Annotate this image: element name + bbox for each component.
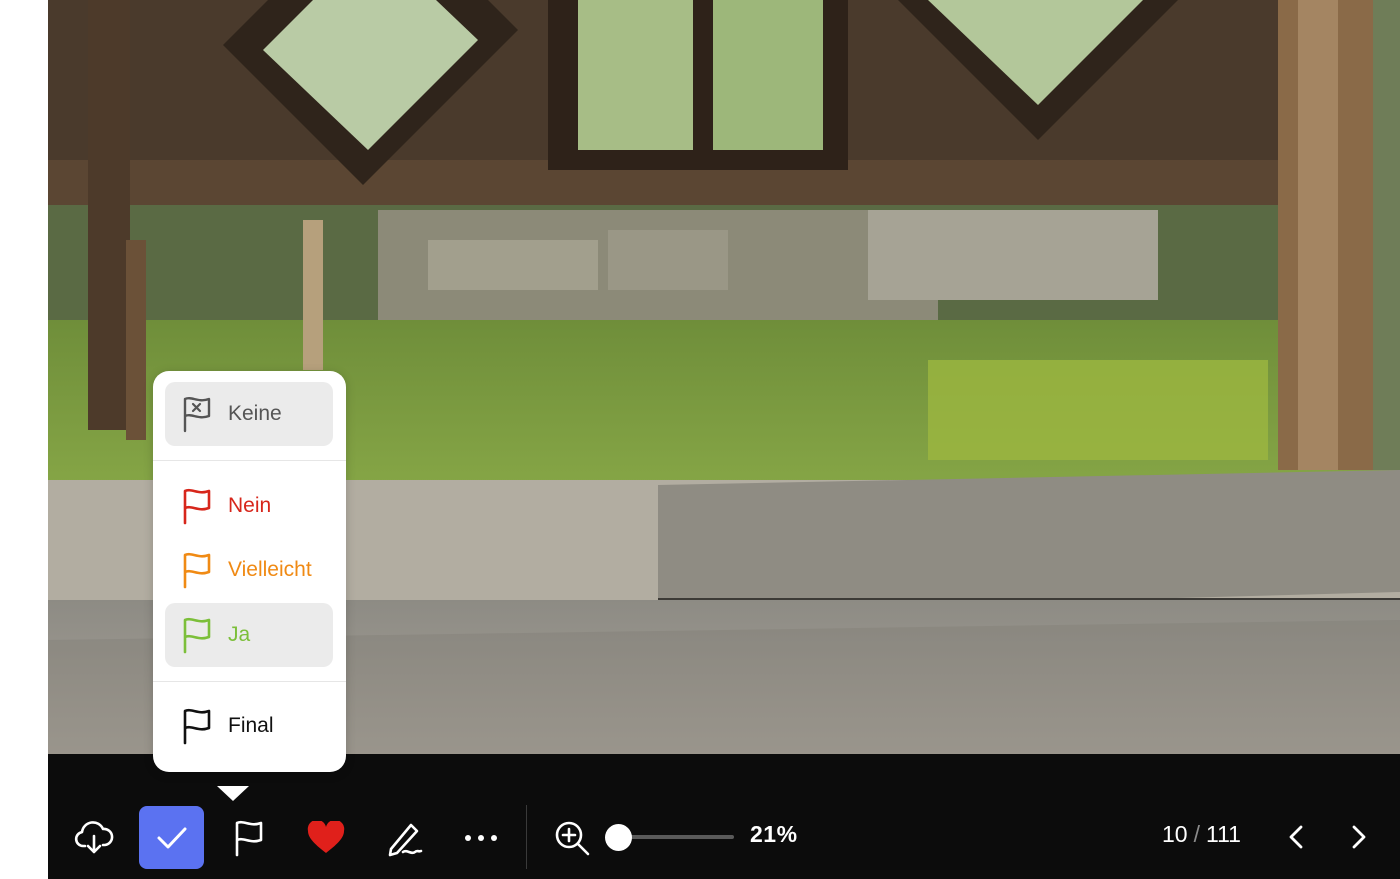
flag-menu-popover: Keine Nein Vielleicht Ja Final — [153, 371, 346, 772]
favorite-button[interactable] — [294, 807, 358, 869]
more-dots-icon — [465, 835, 497, 841]
menu-item-vielleicht[interactable]: Vielleicht — [165, 538, 333, 602]
menu-item-label: Vielleicht — [228, 558, 312, 581]
menu-item-ja[interactable]: Ja — [165, 603, 333, 667]
flag-final-icon — [179, 707, 215, 745]
next-button[interactable] — [1334, 812, 1384, 862]
counter-separator: / — [1193, 821, 1200, 847]
chevron-left-icon — [1289, 825, 1303, 849]
menu-item-final[interactable]: Final — [165, 694, 333, 758]
annotate-button[interactable] — [372, 807, 436, 869]
toolbar-divider — [526, 805, 527, 869]
menu-item-label: Nein — [228, 494, 272, 517]
previous-button[interactable] — [1271, 812, 1321, 862]
cloud-download-icon — [74, 821, 114, 854]
select-button[interactable] — [139, 806, 204, 869]
checkmark-icon — [157, 827, 186, 848]
zoom-slider-handle[interactable] — [605, 824, 632, 851]
menu-item-label: Keine — [228, 402, 282, 425]
menu-item-label: Ja — [228, 623, 251, 646]
flag-button[interactable] — [217, 807, 281, 869]
flag-orange-icon — [179, 551, 215, 589]
image-counter: 10/111 — [1162, 821, 1241, 848]
zoom-button[interactable] — [540, 807, 604, 869]
zoom-slider-track[interactable] — [617, 835, 734, 839]
total-count: 111 — [1205, 821, 1241, 847]
menu-item-keine[interactable]: Keine — [165, 382, 333, 446]
flag-none-icon — [179, 395, 215, 433]
zoom-in-icon — [555, 821, 590, 856]
popover-pointer — [217, 786, 249, 801]
flag-icon — [235, 820, 263, 857]
menu-divider — [153, 681, 346, 682]
download-button[interactable] — [62, 807, 126, 869]
zoom-level-label: 21% — [750, 821, 798, 847]
menu-item-label: Final — [228, 714, 274, 737]
flag-red-icon — [179, 487, 215, 525]
heart-icon — [307, 821, 345, 853]
more-button[interactable] — [449, 807, 513, 869]
chevron-right-icon — [1352, 825, 1366, 849]
flag-green-icon — [179, 616, 215, 654]
menu-item-nein[interactable]: Nein — [165, 474, 333, 538]
left-gutter — [0, 0, 48, 879]
menu-divider — [153, 460, 346, 461]
current-index: 10 — [1162, 821, 1188, 847]
pen-scribble-icon — [388, 823, 423, 857]
